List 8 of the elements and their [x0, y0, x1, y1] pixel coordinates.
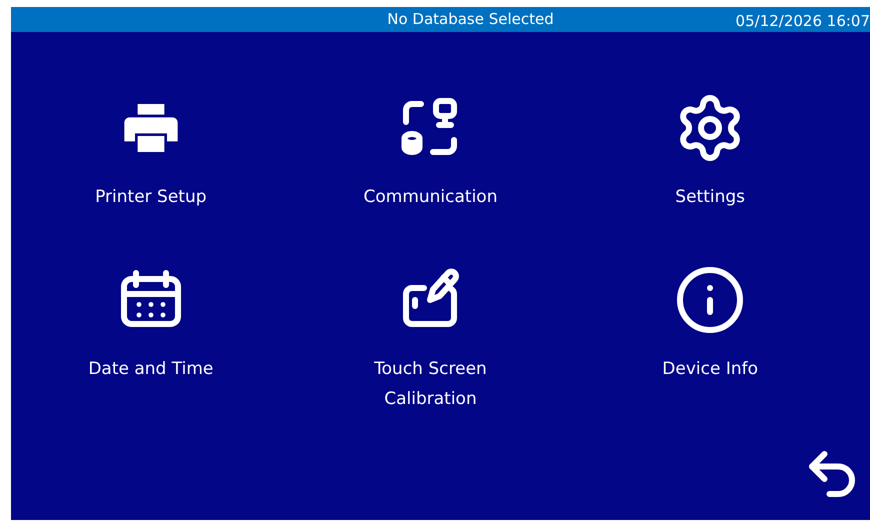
- menu-tile[interactable]: Device Info: [570, 264, 850, 414]
- menu-tile[interactable]: Touch Screen Calibration: [290, 264, 570, 414]
- menu-tile[interactable]: Date and Time: [11, 264, 291, 414]
- date-time: 05/12/2026 16:07: [736, 11, 870, 32]
- menu-tile[interactable]: Printer Setup: [11, 92, 291, 212]
- menu-tile[interactable]: Settings: [570, 92, 850, 212]
- database-status: No Database Selected: [387, 9, 554, 30]
- menu-tile[interactable]: Communication: [290, 92, 570, 212]
